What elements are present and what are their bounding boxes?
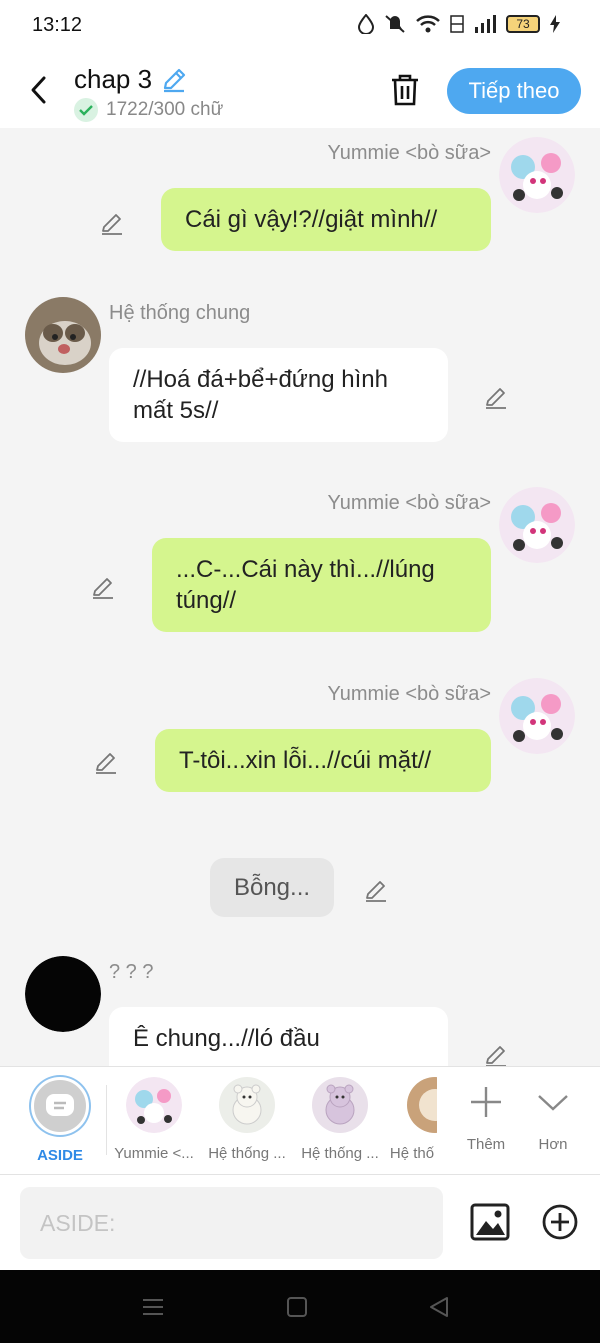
message-bubble[interactable]: Ê chung...//ló đầu <box>109 1007 448 1066</box>
expand-characters-label: Hơn <box>538 1136 568 1153</box>
next-button[interactable]: Tiếp theo <box>447 68 581 114</box>
check-icon <box>74 98 98 122</box>
message-bubble[interactable]: T-tôi...xin lỗi...//cúi mặt// <box>155 729 491 792</box>
trash-icon <box>392 74 418 106</box>
home-square-icon <box>287 1297 307 1317</box>
status-time: 13:12 <box>32 14 83 36</box>
character-yummie[interactable]: Yummie <... <box>108 1077 200 1162</box>
aside-bubble[interactable]: Bỗng... <box>210 858 334 917</box>
character-avatar <box>312 1077 368 1133</box>
message-sender: Yummie <bò sữa> <box>327 683 491 705</box>
chevron-left-icon <box>31 76 46 104</box>
message-sender: Yummie <bò sữa> <box>327 492 491 514</box>
divider <box>106 1085 107 1155</box>
message-sender: Yummie <bò sữa> <box>327 142 491 164</box>
character-label: Hệ thố <box>389 1145 435 1162</box>
chevron-down-icon <box>538 1095 568 1111</box>
back-button[interactable] <box>22 72 54 108</box>
chapter-title-text: chap 3 <box>74 64 153 94</box>
edit-message-icon[interactable] <box>362 877 390 905</box>
message-bubble[interactable]: //Hoá đá+bể+đứng hình mất 5s// <box>109 348 448 442</box>
chat-bubble-icon <box>46 1094 74 1116</box>
triangle-back-icon <box>430 1297 448 1317</box>
add-character-label: Thêm <box>466 1136 506 1153</box>
status-icons: 73 <box>358 14 560 34</box>
character-avatar <box>126 1077 182 1133</box>
message-sender: Hệ thống chung <box>109 302 251 324</box>
edit-message-icon[interactable] <box>482 384 510 412</box>
edit-message-icon[interactable] <box>98 210 126 238</box>
avatar-yummie[interactable] <box>499 137 575 213</box>
mute-icon <box>385 15 405 33</box>
edit-title-icon[interactable] <box>160 66 188 94</box>
more-options-button[interactable] <box>541 1203 579 1241</box>
character-selector: ASIDE Yummie <... Hệ thống ... Hệ thống … <box>0 1066 600 1174</box>
back-nav-button[interactable] <box>426 1294 452 1320</box>
system-nav-bar <box>0 1270 600 1343</box>
character-label: Yummie <... <box>114 1145 194 1162</box>
avatar-he-thong-chung[interactable] <box>25 297 101 373</box>
image-icon <box>470 1203 510 1241</box>
edit-message-icon[interactable] <box>89 574 117 602</box>
message-bubble[interactable]: Cái gì vậy!?//giật mình// <box>161 188 491 251</box>
chat-area[interactable]: Yummie <bò sữa> Cái gì vậy!?//giật mình/… <box>0 128 600 1066</box>
recent-apps-button[interactable] <box>140 1294 166 1320</box>
volte-icon <box>450 15 464 33</box>
avatar-yummie[interactable] <box>499 487 575 563</box>
image-button[interactable] <box>470 1203 510 1241</box>
plus-circle-icon <box>542 1204 578 1240</box>
header: chap 3 1722/300 chữ Tiếp theo <box>0 52 600 128</box>
word-count: 1722/300 chữ <box>74 98 223 122</box>
character-aside[interactable]: ASIDE <box>14 1077 106 1164</box>
character-label: Hệ thống ... <box>301 1145 379 1162</box>
home-button[interactable] <box>284 1294 310 1320</box>
message-bubble[interactable]: ...C-...Cái này thì...//lúng túng// <box>152 538 491 632</box>
character-label: ASIDE <box>37 1147 83 1164</box>
menu-icon <box>143 1299 163 1315</box>
chapter-title[interactable]: chap 3 <box>74 64 188 95</box>
avatar-unknown[interactable] <box>25 956 101 1032</box>
message-sender: ? ? ? <box>109 961 154 983</box>
expand-characters-button[interactable]: Hơn <box>518 1085 588 1153</box>
character-avatar <box>407 1077 437 1133</box>
aside-avatar <box>31 1077 89 1135</box>
drop-icon <box>358 14 374 34</box>
wifi-icon <box>416 15 440 33</box>
avatar-yummie[interactable] <box>499 678 575 754</box>
status-bar: 13:12 73 <box>0 0 600 52</box>
character-avatar <box>219 1077 275 1133</box>
character-he-thong-1[interactable]: Hệ thống ... <box>201 1077 293 1162</box>
edit-message-icon[interactable] <box>482 1042 510 1066</box>
plus-icon <box>471 1087 501 1117</box>
character-he-thong-2[interactable]: Hệ thống ... <box>294 1077 386 1162</box>
character-he-thong-3[interactable]: Hệ thố <box>387 1077 437 1162</box>
delete-button[interactable] <box>388 72 422 108</box>
edit-message-icon[interactable] <box>92 749 120 777</box>
composer <box>0 1174 600 1270</box>
signal-icon <box>475 15 496 33</box>
message-input[interactable] <box>20 1187 443 1259</box>
character-label: Hệ thống ... <box>208 1145 286 1162</box>
add-character-button[interactable]: Thêm <box>451 1085 521 1153</box>
charging-icon <box>550 15 560 33</box>
battery-icon: 73 <box>506 15 540 33</box>
word-count-text: 1722/300 chữ <box>106 99 224 120</box>
